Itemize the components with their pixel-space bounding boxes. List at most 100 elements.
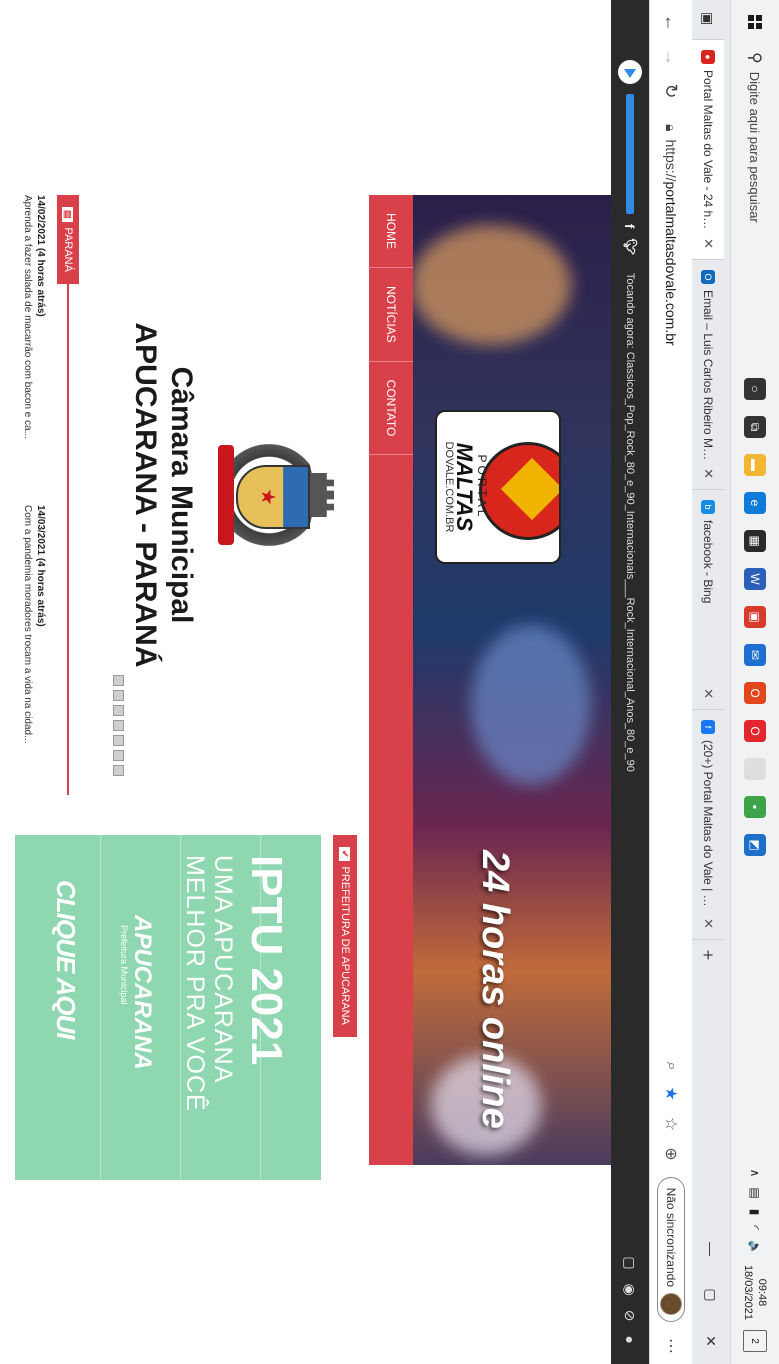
facebook-icon[interactable]: f <box>623 224 638 228</box>
close-tab-icon[interactable]: ✕ <box>700 468 716 479</box>
tab-title: (20+) Portal Maltas do Vale | Fac <box>701 740 715 913</box>
section-divider <box>67 195 69 795</box>
blank-app-icon[interactable] <box>744 758 766 780</box>
browser-tab[interactable]: O Email – Luis Carlos Ribeiro Malta ✕ <box>692 260 724 490</box>
green-app-icon[interactable]: ▪ <box>744 796 766 818</box>
file-explorer-icon[interactable]: ▬ <box>744 454 766 476</box>
browser-tab[interactable]: f (20+) Portal Maltas do Vale | Fac ✕ <box>692 710 724 940</box>
section-tag-parana[interactable]: ▤ PARANÁ <box>57 195 79 284</box>
menu-item-noticias[interactable]: NOTÍCIAS <box>369 268 413 362</box>
institution-line-1: Câmara Municipal <box>165 366 198 624</box>
new-tab-button[interactable]: + <box>692 940 724 970</box>
taskbar-pinned-apps: ○ ⧉ ▬ e ▦ W ▣ ✉ O O ▪ ◩ <box>744 378 766 856</box>
start-button[interactable] <box>731 0 779 44</box>
taskbar-search-placeholder: Digite aqui para pesquisar <box>747 71 763 223</box>
clock[interactable]: 09:48 18/03/2021 <box>741 1265 769 1320</box>
zoom-icon[interactable]: ⌕ <box>662 1062 680 1071</box>
apucarana-coat-of-arms-icon[interactable] <box>212 424 334 566</box>
prefeitura-sidebar: ✔ PREFEITURA DE APUCARANA IPTU 2021 UMA … <box>0 835 369 1195</box>
forward-button[interactable]: → <box>654 40 688 74</box>
slider-dots <box>113 675 124 776</box>
menu-item-home[interactable]: HOME <box>369 195 413 268</box>
word-icon[interactable]: W <box>744 568 766 590</box>
ad-cta[interactable]: CLIQUE AQUI <box>50 880 81 1038</box>
network-icon[interactable]: ▤ <box>748 1187 762 1198</box>
url-host: portalmaltasdovale.com.br <box>663 181 679 346</box>
slider-dot[interactable] <box>113 690 124 701</box>
store-icon[interactable]: ▦ <box>744 530 766 552</box>
share-icon[interactable]: ● <box>622 1336 638 1344</box>
institution-title: Câmara Municipal APUCARANA - PARANÁ <box>127 195 199 795</box>
url-scheme: https:// <box>663 139 679 182</box>
slider-dot[interactable] <box>113 750 124 761</box>
mail-icon[interactable]: ✉ <box>744 644 766 666</box>
maximize-button[interactable]: ▢ <box>692 1272 730 1318</box>
address-bar[interactable]: 🔒︎ https://portalmaltasdovale.com.br <box>656 114 686 994</box>
cortana-icon[interactable]: ○ <box>744 378 766 400</box>
menu-item-contato[interactable]: CONTATO <box>369 361 413 456</box>
slider-dot[interactable] <box>113 705 124 716</box>
news-date: 14/02/2021 (4 horas atrás) <box>35 195 46 317</box>
browser-tab[interactable]: ● Portal Maltas do Vale - 24 horas ✕ <box>692 40 724 260</box>
profile-sync-button[interactable]: Não sincronizando <box>657 1176 685 1322</box>
system-tray: ∧ ▤ ▮ ◜ 🔈 09:48 18/03/2021 2 <box>731 1169 779 1352</box>
more-menu-icon[interactable]: ⋯ <box>661 1338 681 1354</box>
pdf-icon[interactable]: ▣ <box>744 606 766 628</box>
volume-slider[interactable] <box>626 94 634 214</box>
reload-button[interactable]: ↻ <box>654 74 688 108</box>
close-window-button[interactable]: ✕ <box>692 1318 730 1364</box>
banner-tagline: 24 horas online <box>474 850 516 1129</box>
photos-icon[interactable]: ◩ <box>744 834 766 856</box>
tab-title: Portal Maltas do Vale - 24 horas <box>701 70 715 233</box>
news-headline: Com a pandemia moradores trocam a vida n… <box>22 505 33 744</box>
cast-icon[interactable]: ⊘ <box>622 1310 639 1322</box>
stop-icon[interactable]: ▢ <box>622 1256 639 1269</box>
favorite-star-icon[interactable]: ★ <box>661 1087 681 1101</box>
close-tab-icon[interactable]: ✕ <box>700 918 716 929</box>
portal-logo[interactable]: PORTAL MALTAS DOVALE.COM.BR <box>435 410 561 564</box>
slider-dot[interactable] <box>113 765 124 776</box>
iptu-ad-banner[interactable]: IPTU 2021 UMA APUCARANA MELHOR PRA VOCÊ … <box>15 835 321 1180</box>
crest-star <box>260 489 276 505</box>
news-item[interactable]: 14/02/2021 (4 horas atrás) Aprenda a faz… <box>21 195 47 495</box>
browser-tab-strip: ▣ ● Portal Maltas do Vale - 24 horas ✕ O Ema… <box>692 0 730 1364</box>
close-tab-icon[interactable]: ✕ <box>700 238 716 249</box>
municipal-slider: Câmara Municipal APUCARANA - PARANÁ ▤ PA… <box>0 195 369 815</box>
ad-slogan-line-1: UMA APUCARANA <box>209 855 237 1084</box>
slider-dot[interactable] <box>113 720 124 731</box>
tab-title: Email – Luis Carlos Ribeiro Malta <box>701 290 715 463</box>
section-tag-label: PARANÁ <box>62 227 74 272</box>
minimize-button[interactable]: — <box>692 1226 730 1272</box>
battery-icon[interactable]: ▮ <box>748 1209 762 1216</box>
close-tab-icon[interactable]: ✕ <box>700 688 716 699</box>
news-headline: Aprenda a fazer salada de macarrão com b… <box>22 195 33 440</box>
screen: ⚲ Digite aqui para pesquisar ○ ⧉ ▬ e ▦ W ▣ ✉ O O ▪… <box>0 0 779 1364</box>
portal-logo-emblem <box>479 442 561 540</box>
office-icon[interactable]: O <box>744 682 766 704</box>
taskbar-search[interactable]: ⚲ Digite aqui para pesquisar <box>738 44 772 360</box>
opera-icon[interactable]: O <box>744 720 766 742</box>
news-item[interactable]: 14/03/2021 (4 horas atrás) Com a pandemi… <box>21 505 47 805</box>
tab-actions-button[interactable]: ▣ <box>692 0 724 40</box>
play-icon <box>624 69 636 78</box>
slider-dot[interactable] <box>113 675 124 686</box>
toolbar-actions: ⌕ ★ ☆ ⊕ Não sincronizando ⋯ <box>650 1062 692 1354</box>
browser-tab[interactable]: b facebook - Bing ✕ <box>692 490 724 710</box>
back-button[interactable]: ← <box>654 6 688 40</box>
favorites-icon[interactable]: ☆ <box>661 1117 681 1131</box>
chevron-up-icon[interactable]: ∧ <box>748 1169 762 1178</box>
tab-favicon-icon: ● <box>701 50 715 64</box>
section-tag-prefeitura[interactable]: ✔ PREFEITURA DE APUCARANA <box>333 835 357 1037</box>
collections-icon[interactable]: ⊕ <box>661 1147 681 1160</box>
task-view-icon[interactable]: ⧉ <box>744 416 766 438</box>
notification-center-button[interactable]: 2 <box>743 1330 767 1352</box>
skip-icon[interactable]: ◉ <box>622 1284 639 1296</box>
wifi-icon[interactable]: ◜ <box>748 1225 762 1230</box>
banner-person-left <box>413 225 571 345</box>
slider-dot[interactable] <box>113 735 124 746</box>
ad-slogan-line-2: MELHOR PRA VOCÊ <box>181 855 209 1112</box>
edge-icon[interactable]: e <box>744 492 766 514</box>
twitter-icon[interactable]: 🐦︎ <box>622 238 638 255</box>
play-button[interactable] <box>618 60 642 84</box>
volume-icon[interactable]: 🔈 <box>748 1240 762 1255</box>
